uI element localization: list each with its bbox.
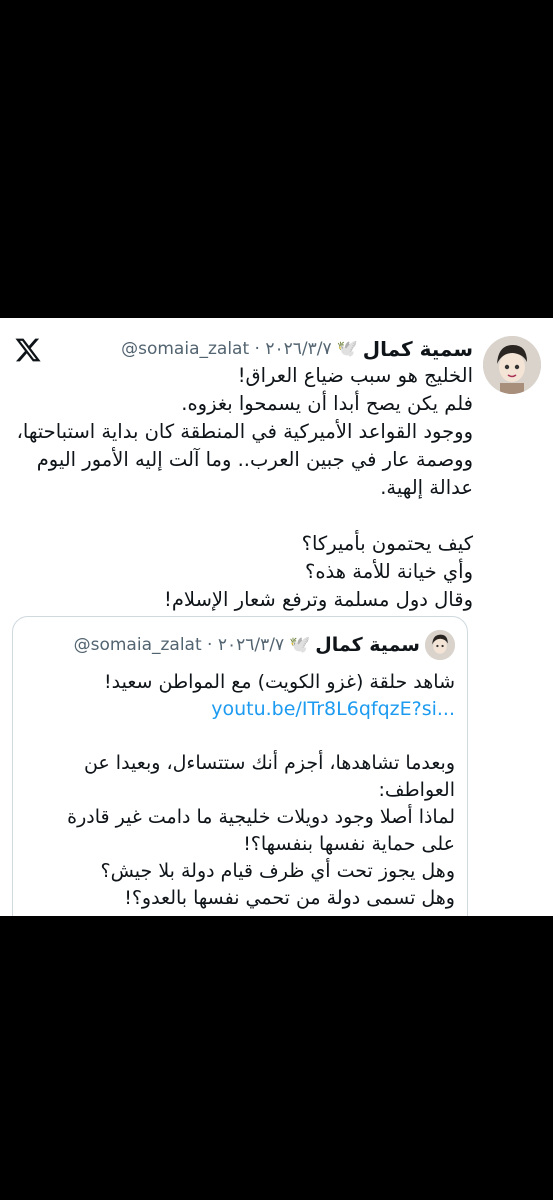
quoted-line: على حماية نفسها بنفسها؟!	[243, 833, 455, 855]
author-name[interactable]: سمية كمال	[363, 337, 473, 361]
tweet-header: سمية كمال 🕊️ @somaia_zalat · ٢٠٢٦/٣/٧	[60, 334, 473, 364]
tweet-line: وقال دول مسلمة وترفع شعار الإسلام!	[164, 588, 473, 611]
quoted-tweet-body: شاهد حلقة (غزو الكويت) مع المواطن سعيد! …	[23, 669, 455, 912]
quoted-line: وهل يجوز تحت أي ظرف قيام دولة بلا جيش؟	[100, 860, 456, 882]
tweet-line: ووجود القواعد الأميركية في المنطقة كان ب…	[16, 420, 473, 443]
dove-icon: 🕊️	[336, 339, 358, 359]
tweet-line: فلم يكن يصح أبدا أن يسمحوا بغزوه.	[181, 392, 473, 415]
avatar[interactable]	[483, 336, 541, 394]
tweet-line: الخليج هو سبب ضياع العراق!	[237, 364, 473, 387]
youtube-link[interactable]: youtu.be/ITr8L6qfqzE?si...	[23, 696, 455, 723]
quoted-line: لماذا أصلا وجود دويلات خليجية ما دامت غي…	[67, 806, 455, 828]
quoted-line: وهل تسمى دولة من تحمي نفسها بالعدو؟!	[124, 887, 455, 909]
dove-icon: 🕊️	[289, 635, 311, 655]
quoted-avatar[interactable]	[425, 630, 455, 660]
quoted-author-name[interactable]: سمية كمال	[315, 634, 420, 656]
tweet-line: وأي خيانة للأمة هذه؟	[304, 560, 473, 583]
quoted-tweet[interactable]: سمية كمال 🕊️ @somaia_zalat · ٢٠٢٦/٣/٧ شا…	[12, 616, 468, 916]
tweet-line: ووصمة عار في جبين العرب.. وما آلت إليه ا…	[36, 448, 473, 471]
quoted-tweet-header: سمية كمال 🕊️ @somaia_zalat · ٢٠٢٦/٣/٧	[21, 627, 455, 663]
author-meta: @somaia_zalat · ٢٠٢٦/٣/٧	[121, 339, 332, 359]
tweet-card[interactable]: سمية كمال 🕊️ @somaia_zalat · ٢٠٢٦/٣/٧ ال…	[0, 318, 553, 916]
quoted-line: العواطف:	[378, 779, 455, 801]
quoted-line: شاهد حلقة (غزو الكويت) مع المواطن سعيد!	[104, 671, 455, 693]
quoted-line: وبعدما تشاهدها، أجزم أنك ستتساءل، وبعيدا…	[83, 752, 455, 774]
tweet-body: الخليج هو سبب ضياع العراق! فلم يكن يصح أ…	[8, 362, 473, 614]
tweet-line: كيف يحتمون بأميركا؟	[301, 532, 473, 555]
quoted-author-meta: @somaia_zalat · ٢٠٢٦/٣/٧	[73, 635, 285, 655]
x-logo-icon[interactable]	[14, 336, 42, 364]
tweet-line: عدالة إلهية.	[380, 476, 473, 499]
